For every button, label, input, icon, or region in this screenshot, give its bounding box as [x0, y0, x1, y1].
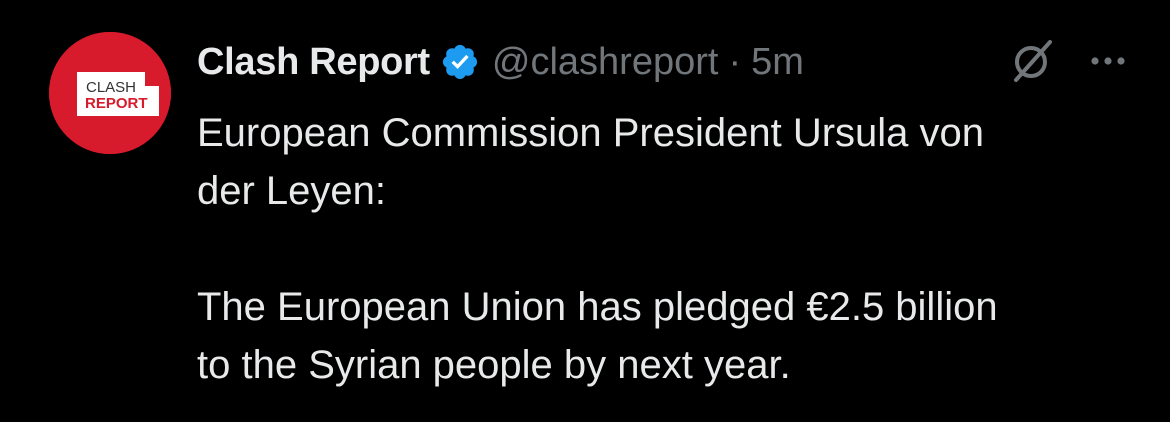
display-name[interactable]: Clash Report — [197, 41, 430, 84]
avatar[interactable]: CLASH REPORT — [49, 32, 171, 154]
header-actions — [1010, 38, 1130, 84]
separator-dot: · — [728, 40, 742, 83]
tweet-text: European Commission President Ursula von… — [197, 111, 998, 387]
tweet[interactable]: CLASH REPORT Clash Report @clashreport ·… — [0, 0, 1170, 422]
more-options-icon[interactable] — [1086, 39, 1130, 83]
grok-icon[interactable] — [1010, 38, 1056, 84]
tweet-header: Clash Report @clashreport · 5m — [197, 34, 1130, 90]
verified-badge-icon — [442, 44, 477, 80]
tweet-content: Clash Report @clashreport · 5m European … — [197, 34, 1130, 394]
svg-text:CLASH: CLASH — [86, 79, 136, 96]
timestamp[interactable]: 5m — [751, 41, 804, 84]
svg-text:REPORT: REPORT — [85, 95, 148, 112]
clash-report-logo: CLASH REPORT — [49, 32, 171, 154]
handle[interactable]: @clashreport — [492, 41, 719, 84]
